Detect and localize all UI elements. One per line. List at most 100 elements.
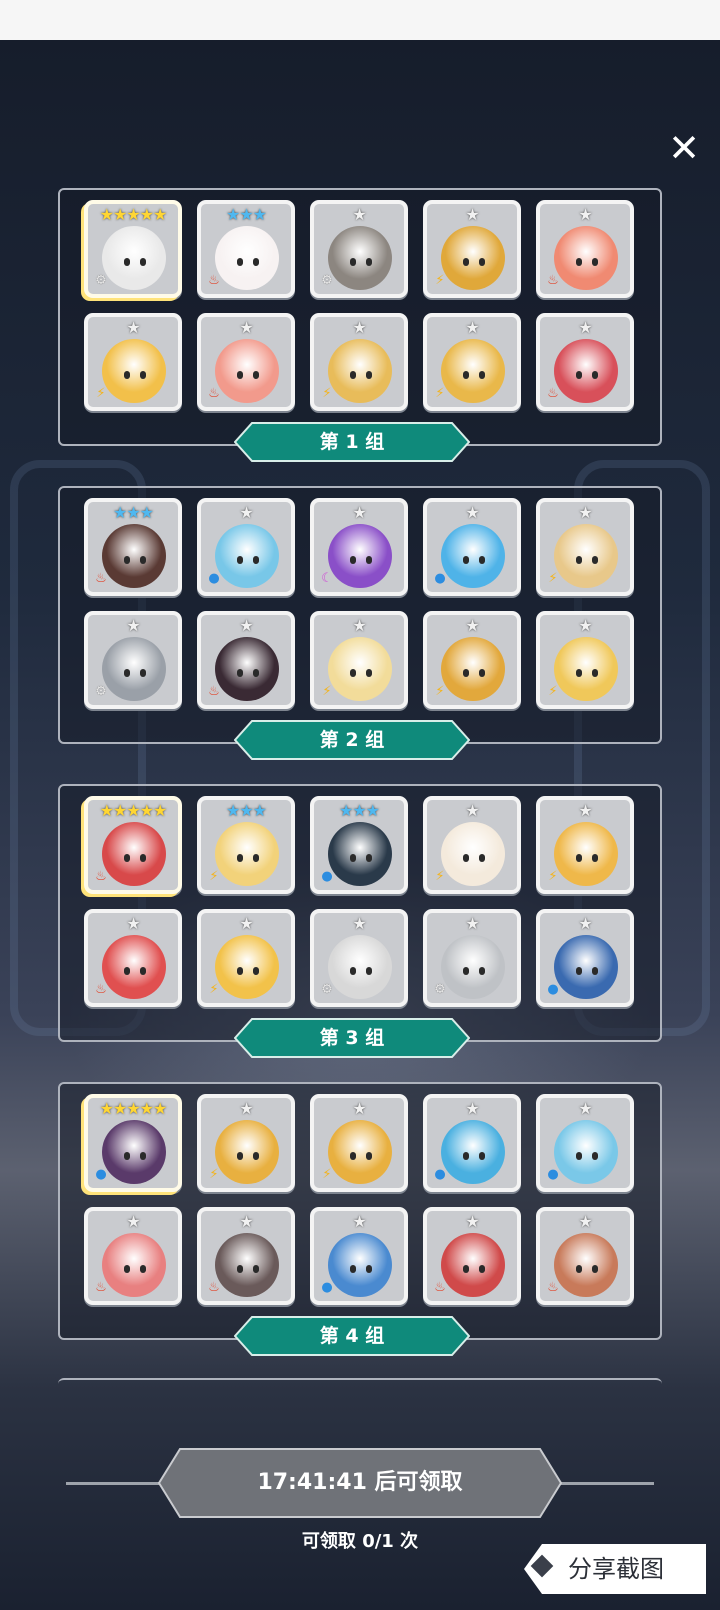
hero-card[interactable]: ★ ⚡ bbox=[423, 313, 521, 411]
hero-card[interactable]: ★ ● bbox=[310, 1207, 408, 1305]
water-element-icon: ● bbox=[208, 571, 220, 586]
hero-card[interactable]: ★ ⚡ bbox=[197, 1094, 295, 1192]
hero-portrait bbox=[215, 1120, 279, 1184]
hero-portrait bbox=[554, 935, 618, 999]
hero-portrait bbox=[441, 226, 505, 290]
hero-card[interactable]: ★★★★★ ⚙ bbox=[84, 200, 182, 298]
hero-portrait bbox=[328, 1120, 392, 1184]
claim-timer-button[interactable]: 17:41:41 后可领取 bbox=[158, 1448, 562, 1518]
hero-group-2: ★★★ ♨ ★ ● ★ ☾ ★ ● ★ ⚡ ★ ⚙ ★ ♨ ★ ⚡ ★ ⚡ ★ ⚡ bbox=[58, 486, 662, 744]
hero-grid: ★★★ ♨ ★ ● ★ ☾ ★ ● ★ ⚡ ★ ⚙ ★ ♨ ★ ⚡ ★ ⚡ ★ ⚡ bbox=[84, 498, 634, 709]
star-rating: ★ bbox=[465, 616, 479, 635]
light-element-icon: ⚡ bbox=[435, 386, 445, 401]
light-element-icon: ⚡ bbox=[548, 684, 558, 699]
hero-card[interactable]: ★ ♨ bbox=[197, 611, 295, 709]
hero-card[interactable]: ★ ⚡ bbox=[423, 796, 521, 894]
hero-card[interactable]: ★ ♨ bbox=[197, 1207, 295, 1305]
hero-card[interactable]: ★ ● bbox=[536, 909, 634, 1007]
hero-card[interactable]: ★ ⚡ bbox=[536, 796, 634, 894]
hero-card[interactable]: ★ ♨ bbox=[197, 313, 295, 411]
star-rating: ★ bbox=[126, 1212, 140, 1231]
hero-card[interactable]: ★★★ ● bbox=[310, 796, 408, 894]
timer-divider-left bbox=[66, 1482, 162, 1485]
hero-portrait bbox=[215, 1233, 279, 1297]
light-element-icon: ⚡ bbox=[96, 386, 106, 401]
hero-card[interactable]: ★ ⚡ bbox=[310, 611, 408, 709]
light-element-icon: ⚡ bbox=[548, 571, 558, 586]
water-element-icon: ● bbox=[321, 869, 333, 884]
gear-element-icon: ⚙ bbox=[95, 684, 107, 699]
group-ribbon: 第 4 组 bbox=[234, 1316, 470, 1356]
fire-element-icon: ♨ bbox=[547, 386, 559, 401]
star-rating: ★ bbox=[126, 616, 140, 635]
group-label: 第 2 组 bbox=[319, 729, 385, 751]
hero-card[interactable]: ★★★★★ ♨ bbox=[84, 796, 182, 894]
hero-card[interactable]: ★ ⚙ bbox=[423, 909, 521, 1007]
group-ribbon: 第 3 组 bbox=[234, 1018, 470, 1058]
star-rating: ★ bbox=[126, 914, 140, 933]
hero-card[interactable]: ★★★ ♨ bbox=[197, 200, 295, 298]
star-rating: ★ bbox=[239, 318, 253, 337]
hero-card[interactable]: ★ ♨ bbox=[536, 313, 634, 411]
hero-card[interactable]: ★ ⚙ bbox=[310, 909, 408, 1007]
hero-card[interactable]: ★ ♨ bbox=[536, 200, 634, 298]
hero-grid: ★★★★★ ● ★ ⚡ ★ ⚡ ★ ● ★ ● ★ ♨ ★ ♨ ★ ● ★ ♨ ★ ♨ bbox=[84, 1094, 634, 1305]
hero-group-4: ★★★★★ ● ★ ⚡ ★ ⚡ ★ ● ★ ● ★ ♨ ★ ♨ ★ ● ★ ♨ ★ ♨ bbox=[58, 1082, 662, 1340]
share-screenshot-button[interactable]: 分享截图 bbox=[522, 1542, 708, 1596]
hero-card[interactable]: ★ ♨ bbox=[423, 1207, 521, 1305]
water-element-icon: ● bbox=[321, 1280, 333, 1295]
group-ribbon: 第 1 组 bbox=[234, 422, 470, 462]
light-element-icon: ⚡ bbox=[548, 869, 558, 884]
hero-group-1: ★★★★★ ⚙ ★★★ ♨ ★ ⚙ ★ ⚡ ★ ♨ ★ ⚡ ★ ♨ ★ ⚡ ★ ⚡ ★ ♨ bbox=[58, 188, 662, 446]
hero-card[interactable]: ★ ● bbox=[197, 498, 295, 596]
light-element-icon: ⚡ bbox=[209, 1167, 219, 1182]
hero-portrait bbox=[215, 524, 279, 588]
hero-card[interactable]: ★ ♨ bbox=[84, 909, 182, 1007]
timer-label: 17:41:41 后可领取 bbox=[257, 1470, 463, 1495]
star-rating: ★ bbox=[465, 205, 479, 224]
hero-card[interactable]: ★ ⚡ bbox=[310, 313, 408, 411]
star-rating: ★ bbox=[465, 318, 479, 337]
water-element-icon: ● bbox=[547, 982, 559, 997]
hero-portrait bbox=[441, 822, 505, 886]
hero-card[interactable]: ★★★★★ ● bbox=[84, 1094, 182, 1192]
hero-card[interactable]: ★ ⚡ bbox=[536, 611, 634, 709]
star-rating: ★ bbox=[465, 914, 479, 933]
hero-card[interactable]: ★ ⚡ bbox=[536, 498, 634, 596]
hero-portrait bbox=[441, 339, 505, 403]
hero-portrait bbox=[102, 339, 166, 403]
hero-portrait bbox=[102, 524, 166, 588]
hero-card[interactable]: ★ ⚙ bbox=[84, 611, 182, 709]
hero-card[interactable]: ★ ⚡ bbox=[84, 313, 182, 411]
fire-element-icon: ♨ bbox=[208, 273, 220, 288]
hero-card[interactable]: ★ ● bbox=[423, 498, 521, 596]
hero-group-3: ★★★★★ ♨ ★★★ ⚡ ★★★ ● ★ ⚡ ★ ⚡ ★ ♨ ★ ⚡ ★ ⚙ ★ ⚙ ★ ● bbox=[58, 784, 662, 1042]
close-button[interactable]: ✕ bbox=[664, 128, 704, 168]
hero-portrait bbox=[328, 822, 392, 886]
moon-element-icon: ☾ bbox=[321, 571, 333, 586]
hero-portrait bbox=[215, 822, 279, 886]
hero-card[interactable]: ★★★ ♨ bbox=[84, 498, 182, 596]
hero-portrait bbox=[215, 935, 279, 999]
timer-divider-right bbox=[558, 1482, 654, 1485]
star-rating: ★★★ bbox=[338, 801, 380, 820]
light-element-icon: ⚡ bbox=[435, 869, 445, 884]
hero-portrait bbox=[441, 637, 505, 701]
hero-grid: ★★★★★ ♨ ★★★ ⚡ ★★★ ● ★ ⚡ ★ ⚡ ★ ♨ ★ ⚡ ★ ⚙ ★ ⚙ ★ ● bbox=[84, 796, 634, 1007]
hero-card[interactable]: ★ ⚡ bbox=[423, 611, 521, 709]
hero-card[interactable]: ★ ● bbox=[423, 1094, 521, 1192]
hero-portrait bbox=[554, 524, 618, 588]
hero-card[interactable]: ★ ⚡ bbox=[197, 909, 295, 1007]
hero-card[interactable]: ★★★ ⚡ bbox=[197, 796, 295, 894]
hero-portrait bbox=[328, 935, 392, 999]
light-element-icon: ⚡ bbox=[322, 1167, 332, 1182]
hero-card[interactable]: ★ ♨ bbox=[536, 1207, 634, 1305]
hero-portrait bbox=[328, 524, 392, 588]
hero-card[interactable]: ★ ● bbox=[536, 1094, 634, 1192]
hero-card[interactable]: ★ ♨ bbox=[84, 1207, 182, 1305]
hero-card[interactable]: ★ ⚡ bbox=[423, 200, 521, 298]
hero-card[interactable]: ★ ⚡ bbox=[310, 1094, 408, 1192]
gear-element-icon: ⚙ bbox=[434, 982, 446, 997]
hero-card[interactable]: ★ ☾ bbox=[310, 498, 408, 596]
hero-card[interactable]: ★ ⚙ bbox=[310, 200, 408, 298]
